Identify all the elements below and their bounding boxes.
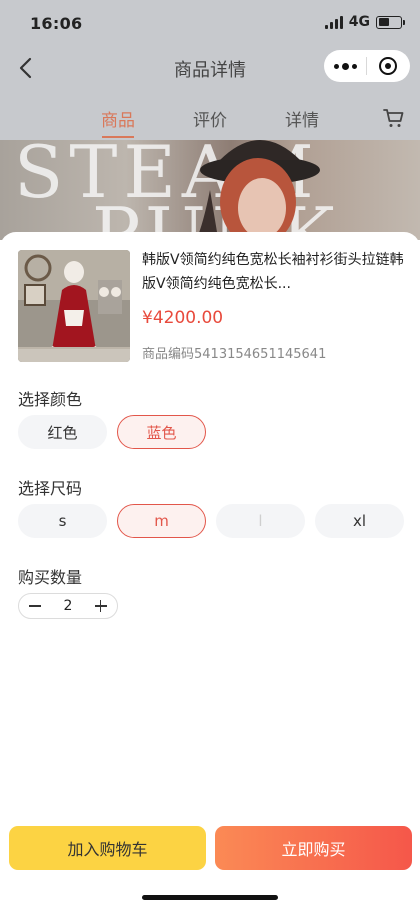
size-option-m[interactable]: m [117,504,206,538]
color-section-title: 选择颜色 [18,390,83,409]
color-options: 红色 蓝色 [18,415,206,449]
tab-details[interactable]: 详情 [285,106,319,131]
size-options: s m l xl [18,504,404,538]
product-banner-image: STEAM PUNK [0,140,420,240]
more-menu-icon[interactable] [324,50,366,82]
cart-icon[interactable] [382,106,406,130]
page-background: 16:06 4G 商品详情 商品 评价 详情 STEAM PUNK [0,0,420,240]
size-option-xl[interactable]: xl [315,504,404,538]
network-label: 4G [348,14,370,30]
tab-active-indicator [102,136,134,138]
banner-model-figure [196,140,320,240]
product-price: ¥4200.00 [142,308,224,328]
home-indicator [142,895,278,900]
status-time: 16:06 [30,14,83,33]
size-option-s[interactable]: s [18,504,107,538]
quantity-section-title: 购买数量 [18,568,83,587]
buy-now-button[interactable]: 立即购买 [215,826,412,870]
quantity-value[interactable]: 2 [64,598,73,614]
tab-bar: 商品 评价 详情 [0,100,420,140]
size-option-l: l [216,504,305,538]
status-bar: 16:06 4G [0,0,420,46]
decrease-quantity-button[interactable] [27,598,43,614]
battery-fill [378,18,389,26]
product-code: 商品编码5413154651145641 [142,347,327,362]
color-option-blue[interactable]: 蓝色 [117,415,206,449]
product-thumbnail [18,250,130,362]
tab-product[interactable]: 商品 [101,106,135,131]
mini-program-capsule [324,50,410,82]
add-to-cart-button[interactable]: 加入购物车 [9,826,206,870]
sku-selection-sheet: 韩版V领简约纯色宽松长袖衬衫街头拉链韩版V领简约纯色宽松长... ¥4200.0… [0,232,420,909]
increase-quantity-button[interactable] [93,598,109,614]
tab-reviews[interactable]: 评价 [193,106,227,131]
close-mini-program-icon[interactable] [367,50,409,82]
quantity-stepper: 2 [18,593,118,619]
nav-bar: 商品详情 [0,46,420,90]
product-name: 韩版V领简约纯色宽松长袖衬衫街头拉链韩版V领简约纯色宽松长... [142,252,404,292]
status-indicators: 4G [324,14,405,30]
color-option-red[interactable]: 红色 [18,415,107,449]
battery-icon [376,15,405,29]
product-photo [18,250,130,362]
signal-icon [324,15,343,29]
size-section-title: 选择尺码 [18,479,83,498]
